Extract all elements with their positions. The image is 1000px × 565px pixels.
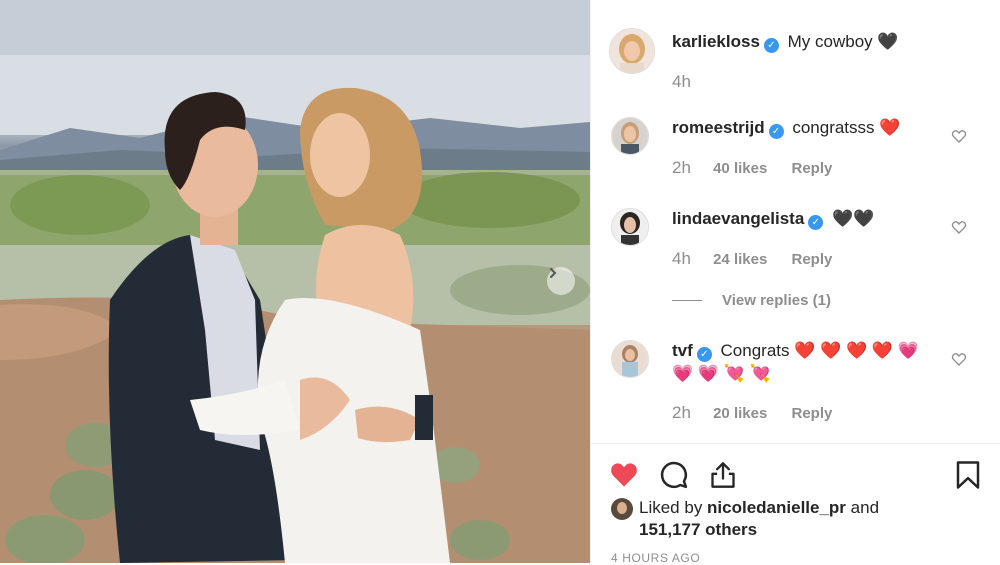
- heart-outline-icon[interactable]: [951, 351, 967, 367]
- comment-time[interactable]: 2h: [672, 158, 691, 177]
- comment-3: tvf ✓ Congrats ❤️ ❤️ ❤️ ❤️ 💗: [672, 339, 919, 363]
- reply-button[interactable]: Reply: [791, 160, 832, 177]
- liked-by: Liked by nicoledanielle_pr and 151,177 o…: [611, 497, 879, 541]
- commenter-avatar[interactable]: [611, 208, 649, 246]
- heart-filled-icon[interactable]: [609, 460, 639, 488]
- comment-icon[interactable]: [659, 460, 689, 490]
- comment-likes[interactable]: 20 likes: [713, 405, 767, 422]
- liked-by-text: Liked by nicoledanielle_pr and 151,177 o…: [639, 497, 879, 541]
- liker-avatar[interactable]: [611, 498, 633, 520]
- comment-time[interactable]: 2h: [672, 403, 691, 422]
- comment-username[interactable]: romeestrijd: [672, 118, 765, 137]
- comment-text: 🖤🖤: [832, 209, 875, 228]
- verified-badge-icon: ✓: [808, 215, 824, 230]
- comment-2-meta: 4h 24 likes Reply: [672, 249, 852, 269]
- liker-avatar-image: [611, 498, 633, 520]
- caption-text: My cowboy 🖤: [787, 32, 899, 51]
- reply-button[interactable]: Reply: [791, 405, 832, 422]
- comment-username[interactable]: lindaevangelista: [672, 209, 804, 228]
- next-photo-button[interactable]: [547, 267, 575, 295]
- liker-username[interactable]: nicoledanielle_pr: [707, 498, 846, 517]
- photo-illustration: [0, 0, 590, 563]
- divider: [672, 300, 702, 301]
- caption-meta: 4h: [672, 72, 709, 92]
- verified-badge-icon: ✓: [696, 347, 712, 362]
- author-avatar-image: [610, 29, 654, 73]
- reply-button[interactable]: Reply: [791, 251, 832, 268]
- author-avatar[interactable]: [609, 28, 655, 74]
- verified-badge-icon: ✓: [763, 38, 779, 53]
- commenter-avatar-image: [612, 209, 648, 245]
- post-photo[interactable]: [0, 0, 590, 563]
- others-count[interactable]: 151,177 others: [639, 520, 757, 539]
- view-replies-button[interactable]: View replies (1): [672, 292, 831, 309]
- commenter-avatar-image: [612, 118, 648, 154]
- comment-1-meta: 2h 40 likes Reply: [672, 158, 852, 178]
- comment-1: romeestrijd ✓ congratsss ❤️: [672, 116, 900, 140]
- comment-time[interactable]: 4h: [672, 249, 691, 268]
- chevron-right-icon: [550, 268, 557, 278]
- comment-likes[interactable]: 24 likes: [713, 251, 767, 268]
- heart-outline-icon[interactable]: [951, 128, 967, 144]
- comment-3-line2: 💗 💗 💘 💘: [672, 364, 771, 383]
- verified-badge-icon: ✓: [768, 124, 784, 139]
- author-username[interactable]: karliekloss: [672, 32, 760, 51]
- bookmark-icon[interactable]: [955, 460, 981, 490]
- comments-panel: karliekloss ✓ My cowboy 🖤 4h romeestrijd ✓…: [590, 0, 1000, 565]
- heart-outline-icon[interactable]: [951, 219, 967, 235]
- caption-time[interactable]: 4h: [672, 72, 691, 91]
- share-icon[interactable]: [709, 460, 737, 490]
- comment-3-meta: 2h 20 likes Reply: [672, 403, 852, 423]
- comment-2: lindaevangelista ✓ 🖤🖤: [672, 207, 874, 231]
- caption: karliekloss ✓ My cowboy 🖤: [672, 30, 899, 54]
- comment-username[interactable]: tvf: [672, 341, 693, 360]
- view-replies-label: View replies (1): [722, 292, 831, 309]
- comment-text: congratsss ❤️: [792, 118, 901, 137]
- liked-by-middle: and: [845, 498, 880, 517]
- commenter-avatar-image: [612, 341, 648, 377]
- commenter-avatar[interactable]: [611, 117, 649, 155]
- comment-text: Congrats ❤️ ❤️ ❤️ ❤️ 💗: [720, 341, 919, 360]
- commenter-avatar[interactable]: [611, 340, 649, 378]
- comment-likes[interactable]: 40 likes: [713, 160, 767, 177]
- liked-by-prefix: Liked by: [639, 498, 708, 517]
